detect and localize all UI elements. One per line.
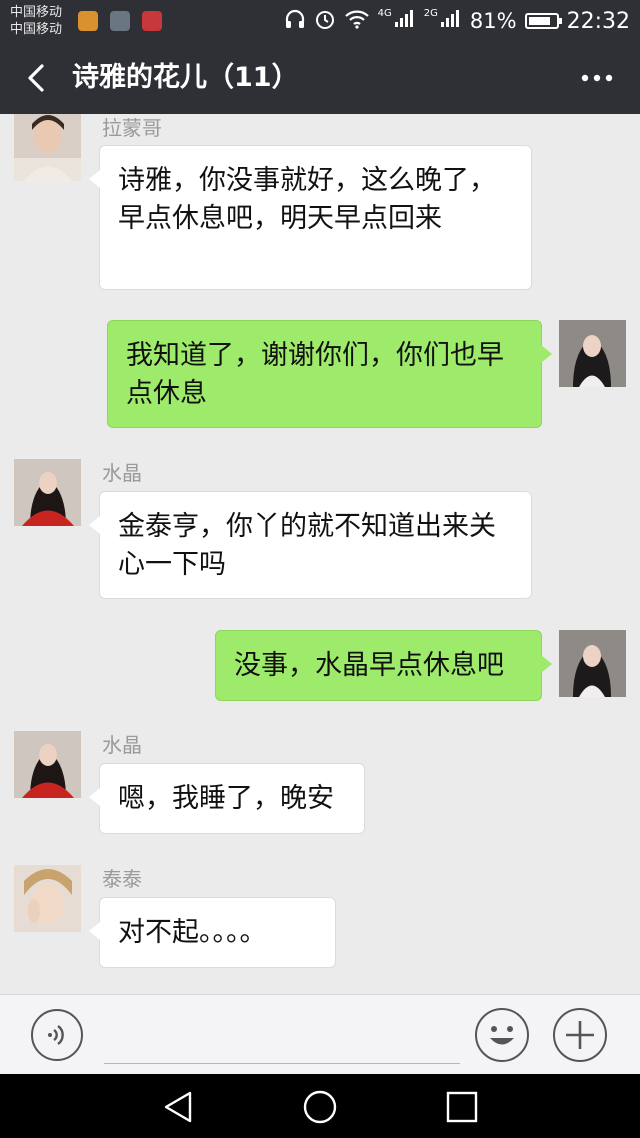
avatar-self[interactable] [559,320,626,387]
signal-2g-icon [440,8,462,34]
status-bar: 中国移动 中国移动 4G 2G 81% 22:32 [0,0,640,42]
battery-icon [524,13,562,29]
emoji-icon[interactable] [474,1007,530,1063]
sender-name: 水晶 [102,733,142,757]
status-right: 4G 2G 81% 22:32 [284,6,630,36]
avatar-lamengge[interactable] [14,114,81,181]
avatar-self[interactable] [559,630,626,697]
message-row: 我知道了，谢谢你们，你们也早点休息 [0,320,640,430]
system-home-icon[interactable] [301,1088,339,1126]
message-row: 水晶 金泰亨，你丫的就不知道出来关心一下吗 [0,459,640,604]
headphone-icon [284,8,306,35]
system-back-icon[interactable] [160,1088,198,1126]
chevron-left-icon[interactable] [20,60,56,96]
voice-icon[interactable] [30,1008,84,1062]
chat-title: 诗雅的花儿（11） [72,62,299,93]
wifi-icon [344,9,370,34]
clock: 22:32 [566,8,630,34]
message-bubble[interactable]: 嗯，我睡了，晚安 [89,763,365,834]
input-bar [0,994,640,1074]
signal-4g-icon [394,8,416,34]
message-input[interactable] [104,1011,460,1064]
avatar-shuijing[interactable] [14,459,81,526]
message-bubble[interactable]: 没事，水晶早点休息吧 [215,630,552,701]
avatar-shuijing[interactable] [14,731,81,798]
message-bubble[interactable]: 我知道了，谢谢你们，你们也早点休息 [107,320,552,428]
avatar-taitai[interactable] [14,865,81,932]
battery-fill [528,17,550,25]
message-row: 水晶 嗯，我睡了，晚安 [0,731,640,836]
sender-name: 拉蒙哥 [102,116,162,140]
battery-percent: 81% [469,9,517,33]
message-row: 没事，水晶早点休息吧 [0,630,640,702]
carrier-labels: 中国移动 中国移动 [10,4,62,38]
gallery-notification-icon [110,11,130,31]
alarm-icon [314,8,336,35]
weibo-notification-icon [142,11,162,31]
net-4g-label: 4G [377,7,392,19]
chat-header: 诗雅的花儿（11） [0,42,640,114]
message-row: 拉蒙哥 诗雅，你没事就好，这么晚了，早点休息吧，明天早点回来 [0,114,640,294]
sender-name: 泰泰 [102,867,142,891]
message-bubble[interactable]: 对不起。。。。 [89,897,336,968]
message-bubble[interactable]: 金泰亨，你丫的就不知道出来关心一下吗 [89,491,532,599]
message-bubble[interactable]: 诗雅，你没事就好，这么晚了，早点休息吧，明天早点回来 [89,145,532,290]
system-nav-bar [0,1074,640,1138]
plus-icon[interactable] [552,1007,608,1063]
system-recents-icon[interactable] [443,1088,481,1126]
sender-name: 水晶 [102,461,142,485]
carrier-2: 中国移动 [10,22,63,37]
message-row: 泰泰 对不起。。。。 [0,865,640,970]
carrier-1: 中国移动 [10,5,63,20]
more-dots-icon[interactable] [580,68,614,88]
message-list[interactable]: 拉蒙哥 诗雅，你没事就好，这么晚了，早点休息吧，明天早点回来 我知道了，谢谢你们… [0,114,640,994]
net-2g-label: 2G [423,7,438,19]
app-notification-icon [78,11,98,31]
